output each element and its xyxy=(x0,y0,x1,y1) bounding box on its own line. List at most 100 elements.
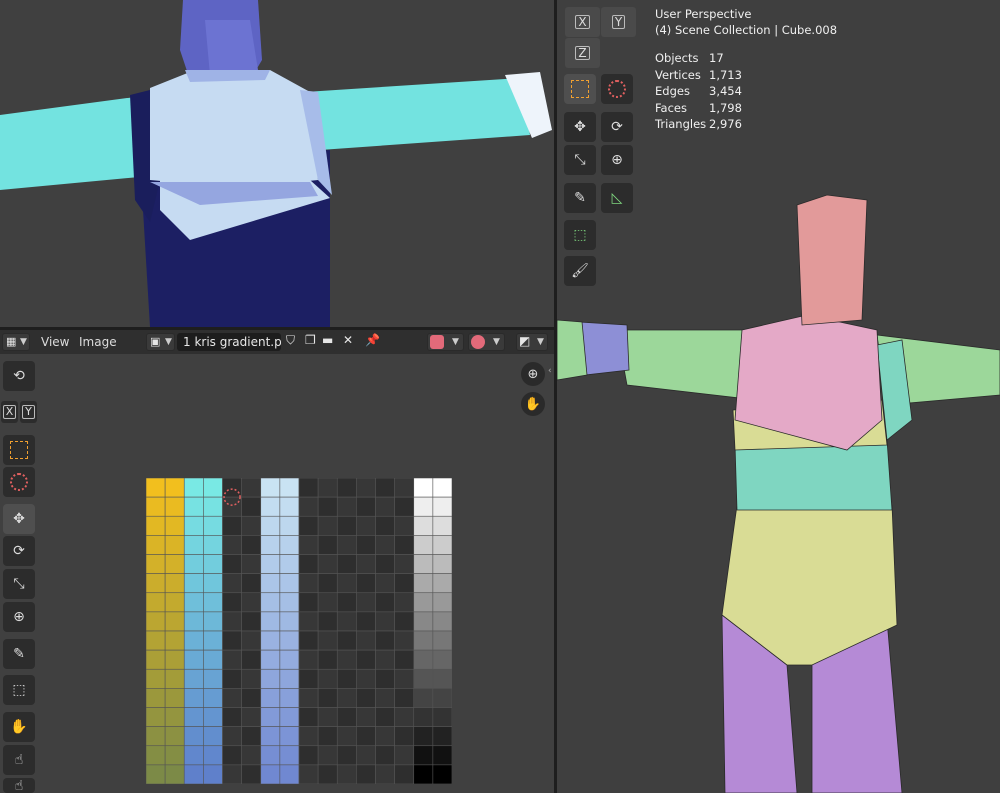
pin-button[interactable]: 📌 xyxy=(363,333,380,351)
palette-cell xyxy=(241,573,262,594)
add-cube-tool[interactable]: ⬚ xyxy=(564,220,596,250)
transform-tool[interactable]: ⊕ xyxy=(3,602,35,632)
axis-y-button[interactable]: Y xyxy=(20,401,37,423)
move-tool[interactable]: ✥ xyxy=(3,504,35,534)
palette-cell xyxy=(394,707,415,727)
axis-x-button[interactable]: X xyxy=(565,7,600,37)
relax-tool[interactable]: ☝ xyxy=(3,778,35,793)
view-menu[interactable]: View xyxy=(41,333,69,351)
sidebar-toggle-icon[interactable]: ‹ xyxy=(548,366,552,376)
palette-cell xyxy=(222,515,242,536)
fake-user-button[interactable]: ⛉ xyxy=(283,333,300,351)
palette-cell xyxy=(317,707,338,727)
rotate-tool[interactable]: ⟳ xyxy=(3,536,35,566)
editor-type-button[interactable]: ▦ ▼ xyxy=(2,333,30,351)
pinch-tool[interactable]: ☝ xyxy=(3,745,35,775)
palette-cell xyxy=(317,478,338,498)
palette-cell xyxy=(317,688,338,708)
palette-cell xyxy=(413,668,434,689)
unlink-image-button[interactable]: ✕ xyxy=(340,333,356,351)
new-image-button[interactable]: ❐ xyxy=(302,333,319,351)
uv-editor[interactable]: ▦ ▼ View Image ▣ ▼ 1 kris gradient.png ⛉… xyxy=(0,330,554,793)
palette-cell xyxy=(241,745,262,766)
scale-tool[interactable]: ⤡ xyxy=(3,569,35,599)
palette-cell xyxy=(413,496,434,517)
cursor-tool[interactable] xyxy=(601,74,633,104)
image-browse-button[interactable]: ▣ ▼ xyxy=(146,333,175,351)
palette-cell xyxy=(203,611,223,632)
palette-cell xyxy=(146,478,166,498)
palette-cell xyxy=(298,611,319,632)
scale-tool[interactable]: ⤡ xyxy=(564,145,596,175)
image-menu[interactable]: Image xyxy=(79,333,117,351)
palette-cell xyxy=(146,592,166,613)
scale-icon: ⤡ xyxy=(13,576,25,592)
annotate-tool[interactable]: ✎ xyxy=(3,639,35,669)
proportional-edit-icon xyxy=(471,335,485,349)
uv-sync-button[interactable]: ▼ xyxy=(427,333,464,351)
measure-tool[interactable]: ◺ xyxy=(601,183,633,213)
palette-cell xyxy=(260,649,281,670)
palette-cell xyxy=(336,535,357,555)
render-viewport[interactable] xyxy=(0,0,554,327)
palette-cell xyxy=(375,726,395,747)
palette-cell xyxy=(317,726,338,747)
palette-cell xyxy=(183,745,204,766)
palette-cell xyxy=(375,764,395,784)
cursor-tool[interactable] xyxy=(3,467,35,497)
palette-cell xyxy=(222,535,242,555)
zoom-icon: ⊕ xyxy=(527,366,539,382)
palette-cell xyxy=(356,630,376,651)
annotate-tool[interactable]: ✎ xyxy=(564,183,596,213)
pan-button[interactable]: ✋ xyxy=(521,392,545,416)
palette-cell xyxy=(336,573,357,594)
palette-cell xyxy=(203,726,223,747)
uv-image-canvas[interactable] xyxy=(146,478,452,784)
palette-cell xyxy=(394,630,415,651)
rotate-tool[interactable]: ⟳ xyxy=(601,112,633,142)
transform-tool[interactable]: ⊕ xyxy=(601,145,633,175)
palette-cell xyxy=(317,764,338,784)
image-name-field[interactable]: 1 kris gradient.png xyxy=(177,333,281,351)
palette-cell xyxy=(222,764,242,784)
palette-cell xyxy=(203,592,223,613)
palette-cell xyxy=(260,611,281,632)
palette-cell xyxy=(279,745,300,766)
palette-cell xyxy=(394,478,415,498)
palette-cell xyxy=(203,496,223,517)
open-image-button[interactable]: ▬ xyxy=(320,333,337,351)
palette-cell xyxy=(183,535,204,555)
palette-cell xyxy=(413,554,434,574)
palette-cell xyxy=(260,726,281,747)
rip-tool[interactable]: ⬚ xyxy=(3,675,35,705)
axis-y-button[interactable]: Y xyxy=(601,7,636,37)
palette-cell xyxy=(222,688,242,708)
move-tool[interactable]: ✥ xyxy=(564,112,596,142)
palette-cell xyxy=(183,630,204,651)
palette-cell xyxy=(146,554,166,574)
palette-cell xyxy=(413,535,434,555)
palette-cell xyxy=(356,649,376,670)
select-box-tool[interactable] xyxy=(564,74,596,104)
palette-cell xyxy=(183,707,204,727)
palette-cell xyxy=(203,630,223,651)
3d-viewport[interactable]: X Y Z ✥ ⟳ ⤡ ⊕ ✎ ◺ ⬚ 🖌 User Perspective (… xyxy=(557,0,1000,793)
select-box-tool[interactable] xyxy=(3,435,35,465)
paint-tool[interactable]: 🖌 xyxy=(564,256,596,286)
axis-x-button[interactable]: X xyxy=(1,401,18,423)
palette-cell xyxy=(375,496,395,517)
axis-z-button[interactable]: Z xyxy=(565,38,600,68)
palette-cell xyxy=(183,764,204,784)
palette-cell xyxy=(183,649,204,670)
palette-cell xyxy=(375,630,395,651)
palette-cell xyxy=(317,515,338,536)
palette-cell xyxy=(222,573,242,594)
proportional-edit-button[interactable]: ▼ xyxy=(468,333,505,351)
palette-cell xyxy=(432,745,452,766)
zoom-button[interactable]: ⊕ xyxy=(521,362,545,386)
camera-view-button[interactable]: ⟲ xyxy=(3,361,35,391)
palette-cell xyxy=(413,611,434,632)
palette-cell xyxy=(375,707,395,727)
grab-tool[interactable]: ✋ xyxy=(3,712,35,742)
overlays-button[interactable]: ◩ ▼ xyxy=(516,333,548,351)
